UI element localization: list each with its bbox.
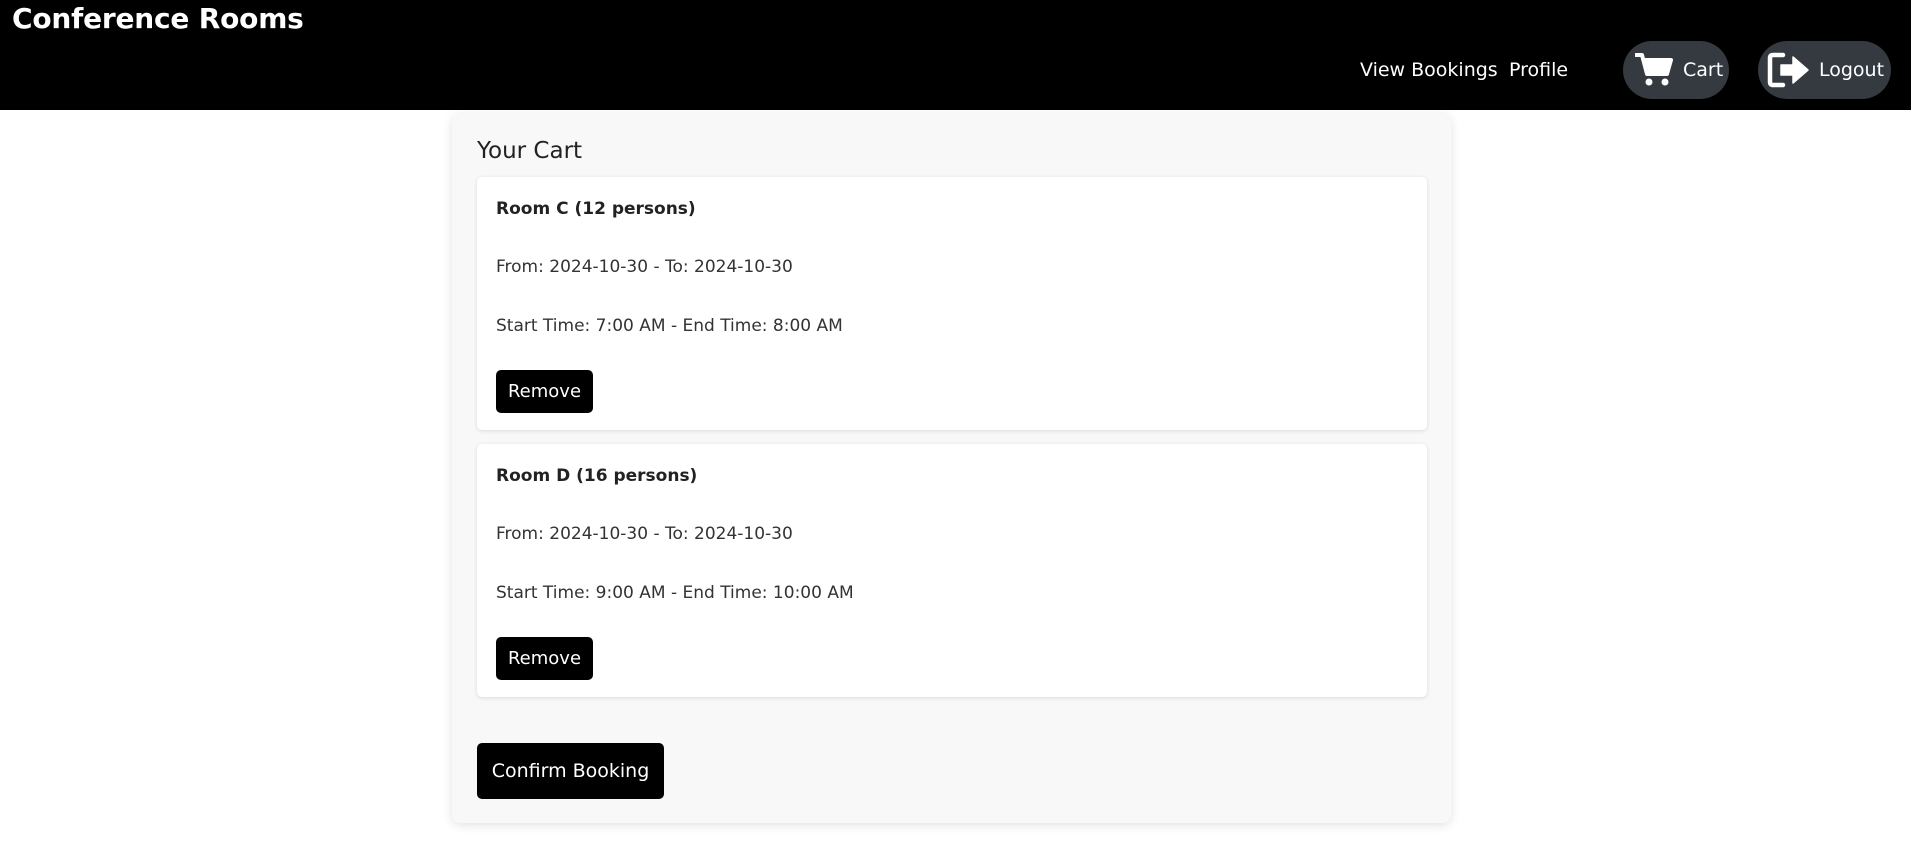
remove-button[interactable]: Remove <box>496 637 593 680</box>
cart-label: Cart <box>1683 59 1724 81</box>
confirm-booking-button[interactable]: Confirm Booking <box>477 743 664 799</box>
nav-profile-link[interactable]: Profile <box>1509 56 1568 84</box>
room-name: Room D (16 persons) <box>496 466 698 486</box>
cart-title: Your Cart <box>477 138 583 164</box>
shopping-cart-icon <box>1635 53 1673 86</box>
brand-title[interactable]: Conference Rooms <box>12 1 304 37</box>
cart-panel: Your Cart Room C (12 persons) From: 2024… <box>452 114 1451 823</box>
cart-item-card: Room C (12 persons) From: 2024-10-30 - T… <box>477 177 1427 430</box>
top-navbar: Conference Rooms View Bookings Profile C… <box>0 0 1911 110</box>
booking-times: Start Time: 7:00 AM - End Time: 8:00 AM <box>496 316 843 336</box>
cart-item-card: Room D (16 persons) From: 2024-10-30 - T… <box>477 444 1427 697</box>
sign-out-icon <box>1767 52 1809 88</box>
logout-label: Logout <box>1819 59 1885 81</box>
booking-times: Start Time: 9:00 AM - End Time: 10:00 AM <box>496 583 854 603</box>
logout-button[interactable]: Logout <box>1758 41 1891 99</box>
booking-dates: From: 2024-10-30 - To: 2024-10-30 <box>496 257 793 277</box>
nav-view-bookings-link[interactable]: View Bookings <box>1360 56 1498 84</box>
cart-button[interactable]: Cart <box>1623 41 1729 99</box>
booking-dates: From: 2024-10-30 - To: 2024-10-30 <box>496 524 793 544</box>
room-name: Room C (12 persons) <box>496 199 696 219</box>
remove-button[interactable]: Remove <box>496 370 593 413</box>
